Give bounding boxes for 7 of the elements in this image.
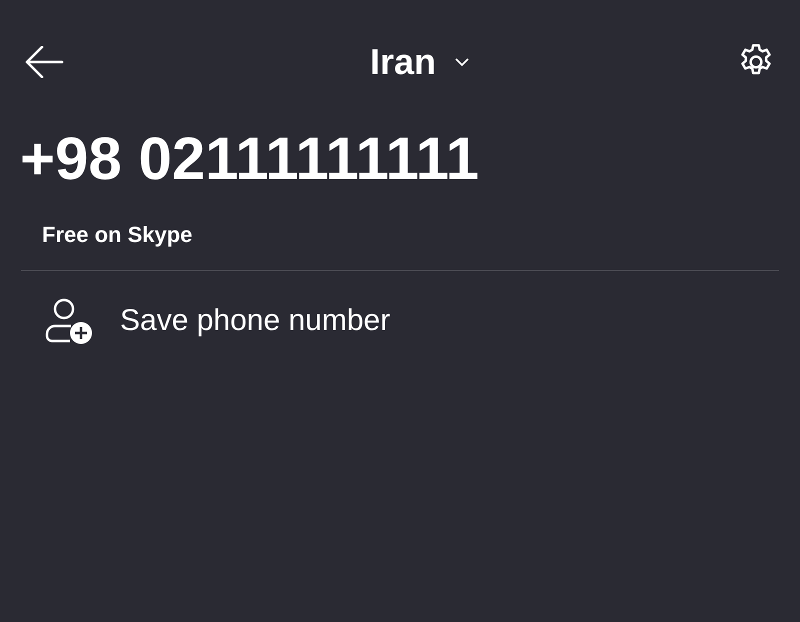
person-add-icon — [44, 297, 94, 345]
save-contact-item[interactable]: Save phone number — [0, 271, 390, 345]
status-label: Free on Skype — [41, 221, 194, 248]
chevron-icon — [454, 57, 470, 67]
phone-number: +98 02111111111 — [19, 124, 480, 194]
back-button[interactable] — [24, 46, 64, 78]
country-selector[interactable]: Iran — [370, 41, 470, 83]
